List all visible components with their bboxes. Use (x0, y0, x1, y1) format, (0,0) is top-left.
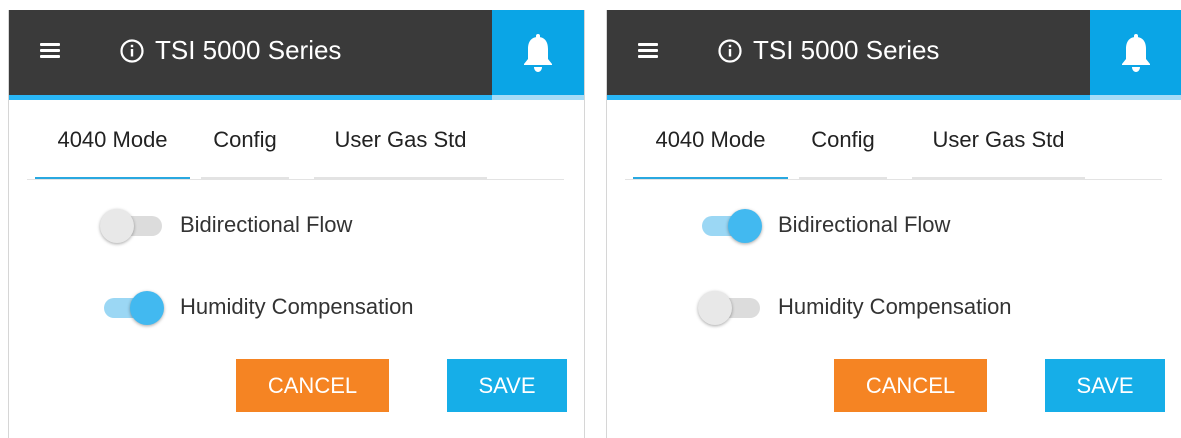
save-button[interactable]: SAVE (447, 359, 567, 412)
tabs-divider (625, 179, 1162, 180)
bidirectional-flow-toggle[interactable] (698, 207, 764, 243)
tab-user-gas-std[interactable]: User Gas Std (314, 100, 487, 180)
info-circle-icon[interactable] (717, 38, 743, 64)
tab-4040-mode[interactable]: 4040 Mode (35, 100, 190, 180)
settings-panel-left: TSI 5000 Series 4040 Mode Config User Ga… (8, 10, 585, 438)
bidirectional-flow-label: Bidirectional Flow (180, 212, 353, 237)
toggle-knob (130, 291, 164, 325)
humidity-compensation-toggle[interactable] (698, 289, 764, 325)
tab-config[interactable]: Config (201, 100, 289, 180)
app-title: TSI 5000 Series (155, 35, 342, 65)
app-header: TSI 5000 Series (607, 10, 1181, 95)
tab-bar: 4040 Mode Config User Gas Std (607, 100, 1181, 180)
tab-user-gas-std[interactable]: User Gas Std (912, 100, 1085, 180)
tab-label: Config (213, 127, 277, 152)
settings-panel-right: TSI 5000 Series 4040 Mode Config User Ga… (606, 10, 1181, 438)
tab-label: 4040 Mode (655, 127, 766, 152)
toggle-knob (728, 209, 762, 243)
save-button[interactable]: SAVE (1045, 359, 1165, 412)
tab-config[interactable]: Config (799, 100, 887, 180)
bell-icon (524, 34, 552, 72)
tab-label: User Gas Std (334, 127, 467, 152)
tab-label: User Gas Std (932, 127, 1065, 152)
humidity-compensation-label: Humidity Compensation (180, 294, 414, 319)
hamburger-menu-icon[interactable] (638, 41, 662, 61)
humidity-compensation-row: Humidity Compensation (607, 287, 1181, 327)
bidirectional-flow-toggle[interactable] (100, 207, 166, 243)
cancel-button[interactable]: CANCEL (236, 359, 389, 412)
app-title: TSI 5000 Series (753, 35, 940, 65)
toggle-knob (100, 209, 134, 243)
bell-icon (1122, 34, 1150, 72)
app-header: TSI 5000 Series (9, 10, 584, 95)
toggle-knob (698, 291, 732, 325)
tabs-divider (27, 179, 564, 180)
tab-label: 4040 Mode (57, 127, 168, 152)
bidirectional-flow-row: Bidirectional Flow (607, 205, 1181, 245)
humidity-compensation-row: Humidity Compensation (9, 287, 584, 327)
humidity-compensation-toggle[interactable] (100, 289, 166, 325)
hamburger-menu-icon[interactable] (40, 41, 64, 61)
notifications-button[interactable] (492, 10, 584, 95)
humidity-compensation-label: Humidity Compensation (778, 294, 1012, 319)
info-circle-icon[interactable] (119, 38, 145, 64)
notifications-button[interactable] (1090, 10, 1181, 95)
tab-4040-mode[interactable]: 4040 Mode (633, 100, 788, 180)
tab-bar: 4040 Mode Config User Gas Std (9, 100, 584, 180)
cancel-button[interactable]: CANCEL (834, 359, 987, 412)
tab-label: Config (811, 127, 875, 152)
bidirectional-flow-row: Bidirectional Flow (9, 205, 584, 245)
bidirectional-flow-label: Bidirectional Flow (778, 212, 951, 237)
